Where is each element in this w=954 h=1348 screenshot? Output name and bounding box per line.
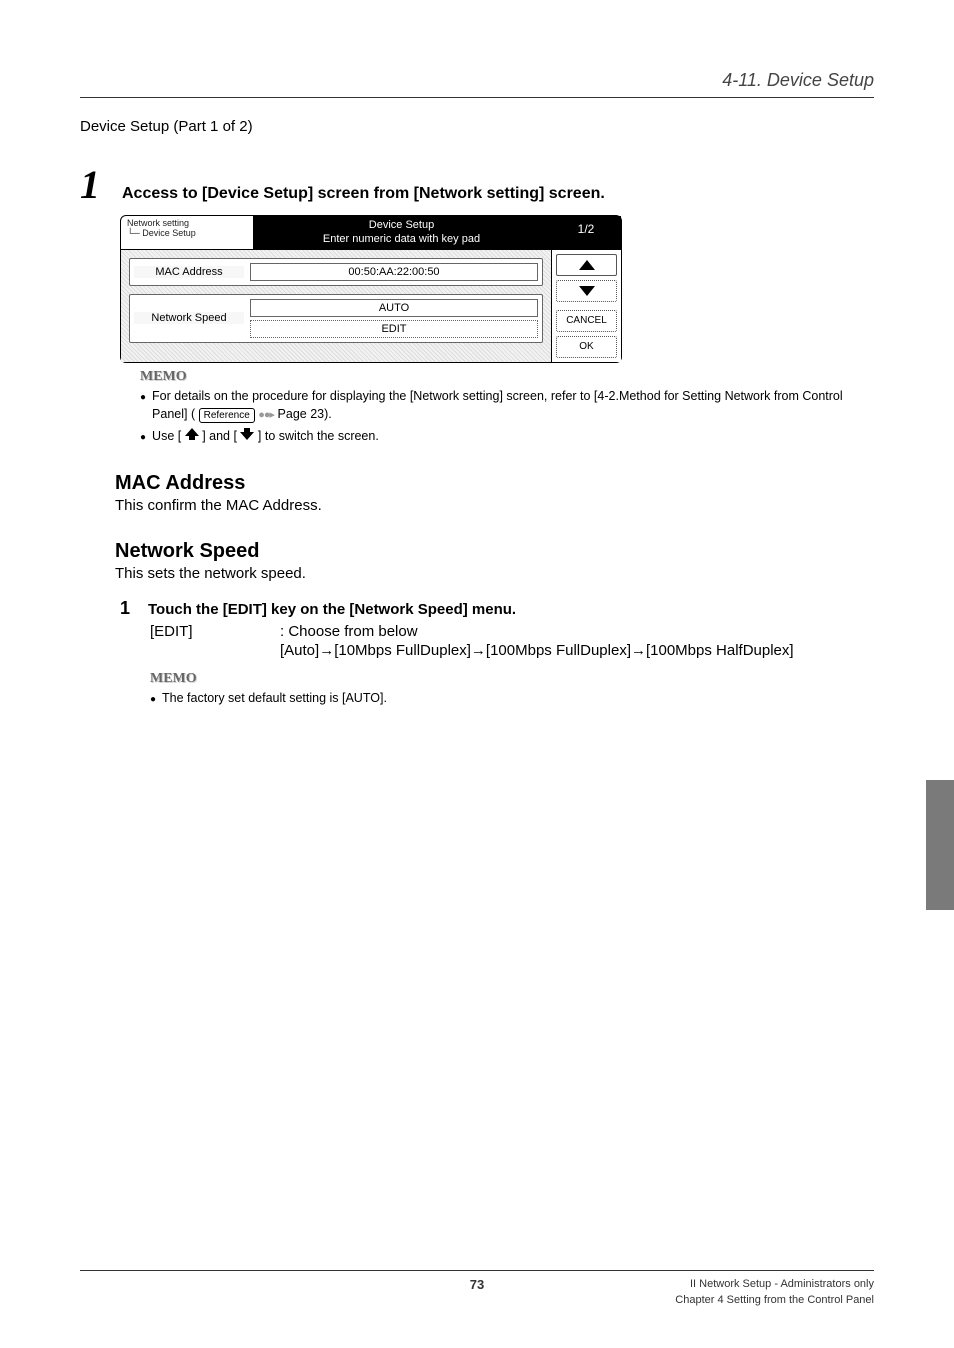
memo-1: MEMO ● For details on the procedure for … <box>140 369 874 447</box>
breadcrumb-line2: └─ Device Setup <box>127 229 247 239</box>
page-number: 73 <box>470 1277 484 1292</box>
substep-1: 1 Touch the [EDIT] key on the [Network S… <box>120 598 874 619</box>
memo-1-item-2: ● Use [ ] and [ ] to switch the screen. <box>140 427 874 446</box>
scroll-up-button[interactable] <box>556 254 617 276</box>
substep-1-text: Touch the [EDIT] key on the [Network Spe… <box>148 601 516 618</box>
edit-label: [EDIT] <box>150 623 270 640</box>
memo-2: MEMO ● The factory set default setting i… <box>150 671 874 708</box>
bullet-icon: ● <box>140 427 146 445</box>
memo-1-item-2c: ] to switch the screen. <box>258 429 379 443</box>
dots-arrow-icon: ●●▸ <box>258 409 274 421</box>
mac-address-field: 00:50:AA:22:00:50 <box>250 263 538 281</box>
network-speed-row: Network Speed AUTO EDIT <box>129 294 543 343</box>
footer-right-line2: Chapter 4 Setting from the Control Panel <box>675 1293 874 1308</box>
network-speed-heading: Network Speed <box>115 540 874 563</box>
mac-address-body: This confirm the MAC Address. <box>115 497 874 514</box>
footer-right-line1: II Network Setup - Administrators only <box>675 1277 874 1292</box>
mac-address-row: MAC Address 00:50:AA:22:00:50 <box>129 258 543 286</box>
screen-title-line1: Device Setup <box>257 218 546 232</box>
screen-title: Device Setup Enter numeric data with key… <box>253 216 550 250</box>
mac-address-heading: MAC Address <box>115 472 874 495</box>
arrow-down-icon <box>579 286 595 296</box>
bullet-icon: ● <box>150 689 156 707</box>
network-speed-label: Network Speed <box>134 312 244 324</box>
ok-button[interactable]: OK <box>556 336 617 358</box>
step-1-text: Access to [Device Setup] screen from [Ne… <box>122 175 605 203</box>
cancel-button[interactable]: CANCEL <box>556 310 617 332</box>
arrow-down-icon <box>240 427 254 446</box>
header-rule <box>80 97 874 98</box>
memo-1-item-1: ● For details on the procedure for displ… <box>140 387 874 425</box>
memo-1-item-1b: Page 23). <box>278 407 332 421</box>
footer: 73 II Network Setup - Administrators onl… <box>80 1270 874 1308</box>
arrow-up-icon <box>579 260 595 270</box>
section-header: 4-11. Device Setup <box>80 70 874 93</box>
step-1: 1 Access to [Device Setup] screen from [… <box>80 165 874 205</box>
bullet-icon: ● <box>140 387 146 405</box>
memo-1-title: MEMO <box>140 369 874 385</box>
edit-options: [Auto]→[10Mbps FullDuplex]→[100Mbps Full… <box>280 642 874 659</box>
memo-1-item-2a: Use [ <box>152 429 181 443</box>
network-speed-value: AUTO <box>250 299 538 317</box>
memo-1-item-1a: For details on the procedure for display… <box>152 389 843 422</box>
part-label: Device Setup (Part 1 of 2) <box>80 118 874 135</box>
screen-title-line2: Enter numeric data with key pad <box>257 232 546 246</box>
substep-1-number: 1 <box>120 598 138 619</box>
side-tab <box>926 780 954 910</box>
page-indicator: 1/2 <box>550 216 621 250</box>
network-speed-body: This sets the network speed. <box>115 565 874 582</box>
screen-side-buttons: CANCEL OK <box>551 250 621 362</box>
edit-desc: : Choose from below <box>280 623 418 640</box>
memo-2-title: MEMO <box>150 671 874 687</box>
breadcrumb: Network setting └─ Device Setup <box>121 216 253 250</box>
reference-box: Reference <box>199 408 255 423</box>
memo-2-item-1-text: The factory set default setting is [AUTO… <box>162 689 387 708</box>
memo-1-item-2b: ] and [ <box>202 429 237 443</box>
screen-main: MAC Address 00:50:AA:22:00:50 Network Sp… <box>121 250 551 362</box>
edit-row: [EDIT] : Choose from below <box>150 623 874 640</box>
device-setup-screen: Network setting └─ Device Setup Device S… <box>120 215 622 363</box>
memo-2-item-1: ● The factory set default setting is [AU… <box>150 689 874 708</box>
step-1-number: 1 <box>80 165 110 205</box>
arrow-up-icon <box>185 427 199 446</box>
mac-address-label: MAC Address <box>134 266 244 278</box>
scroll-down-button[interactable] <box>556 280 617 302</box>
network-speed-edit-button[interactable]: EDIT <box>250 320 538 338</box>
